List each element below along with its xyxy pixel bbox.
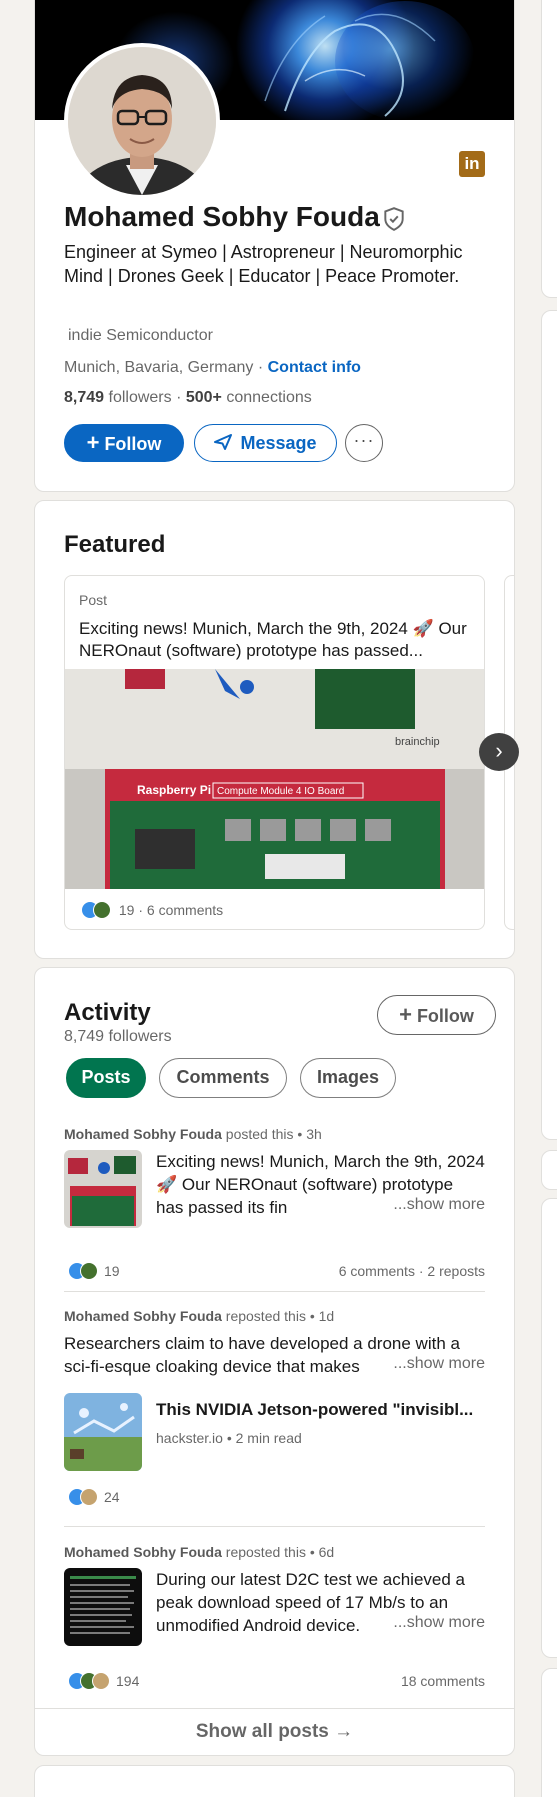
featured-image[interactable]: brainchip Raspberry Pi Compute Module 4 … xyxy=(65,669,484,889)
article-title[interactable]: This NVIDIA Jetson-powered "invisibl... xyxy=(156,1400,473,1420)
featured-card: Featured Post Exciting news! Munich, Mar… xyxy=(34,500,515,959)
location-row: Munich, Bavaria, Germany · Contact info xyxy=(64,359,361,376)
show-all-posts-button[interactable]: Show all posts → xyxy=(35,1708,514,1755)
svg-text:Compute Module 4 IO Board: Compute Module 4 IO Board xyxy=(217,786,344,797)
followers-count[interactable]: 8,749 xyxy=(64,389,104,406)
profile-name: Mohamed Sobhy Fouda xyxy=(64,201,380,232)
featured-reaction-count[interactable]: 19 xyxy=(119,902,135,918)
article-source: hackster.io • 2 min read xyxy=(156,1430,302,1446)
featured-meta: 19 · 6 comments xyxy=(81,901,223,919)
verified-icon[interactable] xyxy=(381,206,407,232)
connections-count[interactable]: 500+ xyxy=(186,389,222,406)
activity-post-3[interactable]: Mohamed Sobhy Fouda reposted this • 6d D… xyxy=(64,1544,485,1704)
avatar-photo xyxy=(68,47,216,195)
post-reactions[interactable]: 19 xyxy=(64,1262,144,1282)
plus-icon: + xyxy=(399,1002,412,1027)
profile-headline: Engineer at Symeo | Astropreneur | Neuro… xyxy=(64,242,463,286)
featured-text: Exciting news! Munich, March the 9th, 20… xyxy=(79,619,467,660)
featured-item[interactable]: Post Exciting news! Munich, March the 9t… xyxy=(64,575,485,930)
svg-text:Raspberry Pi: Raspberry Pi xyxy=(137,783,211,797)
featured-comments[interactable]: 6 comments xyxy=(147,902,223,918)
activity-post-2[interactable]: Mohamed Sobhy Fouda reposted this • 1d R… xyxy=(64,1308,485,1508)
tab-images[interactable]: Images xyxy=(300,1058,396,1098)
next-section-card xyxy=(34,1765,515,1797)
profile-card: in Mohamed Sobhy Fouda Engineer at Symeo… xyxy=(34,0,515,492)
show-more-link[interactable]: ...show more xyxy=(387,1355,485,1373)
support-icon xyxy=(80,1488,98,1506)
post-comments[interactable]: 18 comments xyxy=(401,1673,485,1689)
more-button[interactable]: ··· xyxy=(345,424,383,462)
message-button[interactable]: Message xyxy=(194,424,337,462)
activity-title: Activity xyxy=(64,999,151,1026)
divider xyxy=(64,1291,485,1292)
more-icon: ··· xyxy=(353,430,375,450)
side-card-2 xyxy=(541,310,557,1140)
brand-label: brainchip xyxy=(395,736,440,748)
post-reactions[interactable]: 24 xyxy=(64,1488,144,1508)
profile-company[interactable]: indie Semiconductor xyxy=(68,327,213,345)
send-icon xyxy=(214,434,233,450)
post-thumbnail[interactable] xyxy=(64,1568,142,1646)
post-reactions[interactable]: 194 xyxy=(64,1672,164,1692)
activity-post-1[interactable]: Mohamed Sobhy Fouda posted this • 3h Exc… xyxy=(64,1126,485,1286)
side-card-3 xyxy=(541,1150,557,1190)
activity-followers: 8,749 followers xyxy=(64,1028,172,1045)
linkedin-icon[interactable]: in xyxy=(459,151,485,177)
show-more-link[interactable]: ...show more xyxy=(387,1196,485,1214)
side-card-4 xyxy=(541,1198,557,1658)
post-header: Mohamed Sobhy Fouda posted this • 3h xyxy=(64,1126,322,1142)
featured-kind: Post xyxy=(79,592,108,608)
support-icon xyxy=(92,1672,110,1690)
post-header: Mohamed Sobhy Fouda reposted this • 6d xyxy=(64,1544,335,1560)
tab-comments[interactable]: Comments xyxy=(159,1058,287,1098)
stats-row: 8,749 followers · 500+ connections xyxy=(64,389,312,406)
side-card-5 xyxy=(541,1668,557,1797)
article-thumbnail[interactable] xyxy=(64,1393,142,1471)
post-header: Mohamed Sobhy Fouda reposted this • 1d xyxy=(64,1308,335,1324)
profile-location: Munich, Bavaria, Germany xyxy=(64,359,254,376)
tab-posts[interactable]: Posts xyxy=(66,1058,146,1098)
side-card-1 xyxy=(541,0,557,298)
post-comments[interactable]: 6 comments xyxy=(339,1263,415,1279)
featured-title: Featured xyxy=(64,531,166,558)
follow-button[interactable]: + Follow xyxy=(64,424,184,462)
show-more-link[interactable]: ...show more xyxy=(387,1614,485,1632)
post-thumbnail[interactable] xyxy=(64,1150,142,1228)
post-engagement: 6 comments · 2 reposts xyxy=(338,1263,485,1279)
featured-image-art: brainchip Raspberry Pi Compute Module 4 … xyxy=(65,669,484,889)
post-reposts[interactable]: 2 reposts xyxy=(427,1263,485,1279)
divider xyxy=(64,1526,485,1527)
avatar[interactable] xyxy=(64,43,220,199)
contact-info-link[interactable]: Contact info xyxy=(268,359,361,376)
activity-card: Activity 8,749 followers + Follow Posts … xyxy=(34,967,515,1756)
chevron-right-icon[interactable]: › xyxy=(479,733,519,771)
activity-follow-button[interactable]: + Follow xyxy=(377,995,496,1035)
clap-icon xyxy=(80,1262,98,1280)
plus-icon: + xyxy=(86,430,100,455)
clap-icon xyxy=(93,901,111,919)
